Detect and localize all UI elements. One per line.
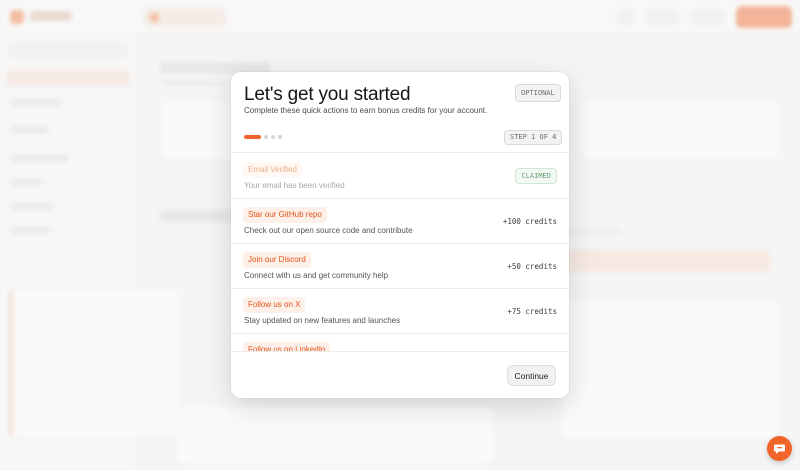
progress-step-current <box>244 135 261 139</box>
modal-subtitle: Complete these quick actions to earn bon… <box>244 106 488 115</box>
task-reward: +50 credits <box>507 262 557 271</box>
task-label: Email Verified <box>243 162 302 178</box>
progress-step <box>271 135 275 139</box>
task-email-verified: Email Verified Your email has been verif… <box>231 154 569 199</box>
task-description: Connect with us and get community help <box>244 271 389 280</box>
modal-footer: Continue <box>231 351 569 398</box>
onboarding-modal: Let's get you started Complete these qui… <box>231 72 569 398</box>
task-github-star[interactable]: Star our GitHub repo Check out our open … <box>231 199 569 244</box>
chat-bubble-icon <box>774 444 785 454</box>
task-reward: +100 credits <box>502 217 557 226</box>
task-label[interactable]: Follow us on X <box>243 297 306 313</box>
chat-icon[interactable] <box>767 436 792 461</box>
task-reward: +75 credits <box>507 307 557 316</box>
task-label[interactable]: Join our Discord <box>243 252 311 268</box>
progress-step <box>278 135 282 139</box>
task-linkedin[interactable]: Follow us on LinkedIn <box>231 334 569 351</box>
task-label[interactable]: Star our GitHub repo <box>243 207 327 223</box>
step-indicator: STEP 1 OF 4 <box>504 130 563 145</box>
step-progress <box>244 135 282 139</box>
task-description: Stay updated on new features and launche… <box>244 316 401 325</box>
claimed-badge: CLAIMED <box>515 168 557 184</box>
task-list[interactable]: Email Verified Your email has been verif… <box>231 154 569 351</box>
progress-step <box>264 135 268 139</box>
modal-header: Let's get you started Complete these qui… <box>231 72 569 153</box>
task-follow-x[interactable]: Follow us on X Stay updated on new featu… <box>231 289 569 334</box>
task-description: Your email has been verified <box>244 181 345 190</box>
task-discord[interactable]: Join our Discord Connect with us and get… <box>231 244 569 289</box>
task-label[interactable]: Follow us on LinkedIn <box>243 342 331 351</box>
optional-badge: OPTIONAL <box>515 84 561 102</box>
modal-title: Let's get you started <box>244 84 411 105</box>
task-description: Check out our open source code and contr… <box>244 226 413 235</box>
continue-button[interactable]: Continue <box>507 365 556 386</box>
